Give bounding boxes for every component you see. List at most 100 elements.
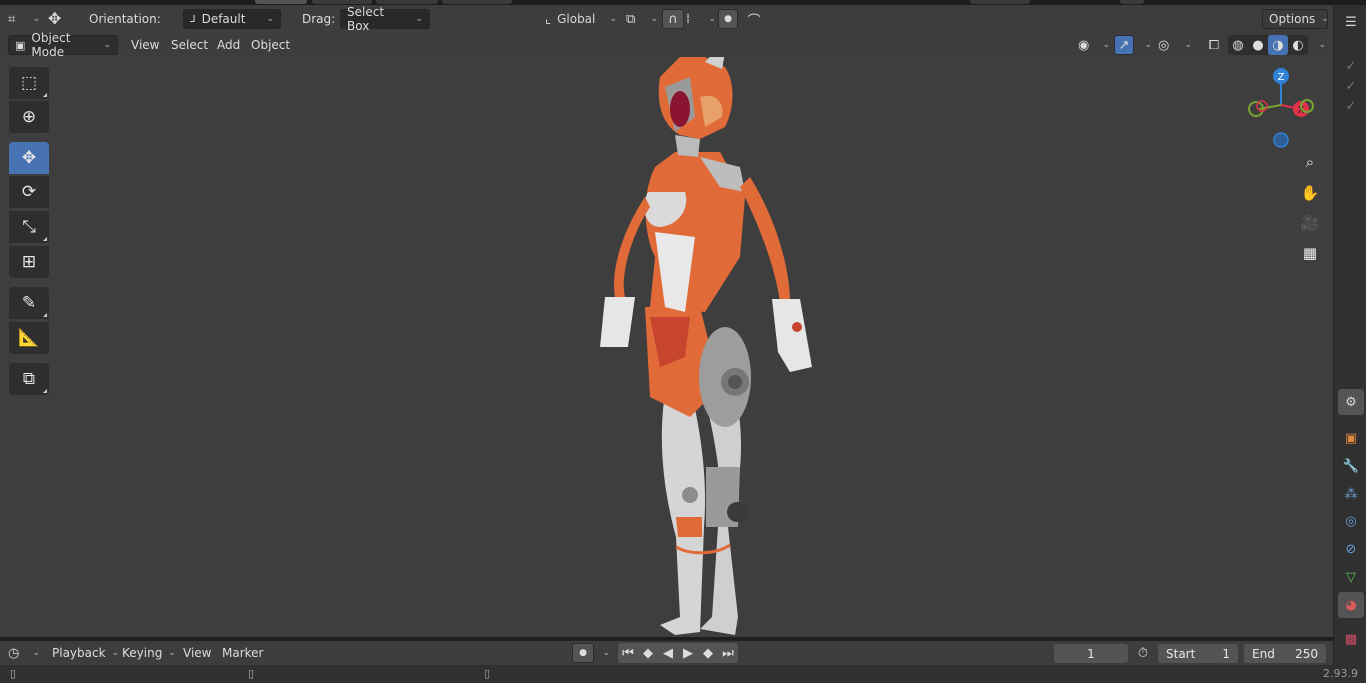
3d-viewport[interactable]: ⬚ ⊕ ✥ ⟳ ⤡ ⊞ ✎ 📐 ⧉ Z X ⌕ ✋ 🎥 ▦ xyxy=(0,57,1333,637)
texture-icon: ▩ xyxy=(1344,631,1358,647)
move-icon: ✥ xyxy=(48,8,62,28)
physics-icon: ◎ xyxy=(1345,513,1357,529)
zoom-button[interactable]: ⌕ xyxy=(1296,148,1324,176)
workspace-tab[interactable] xyxy=(312,0,372,4)
menu-playback[interactable]: Playback ⌄ xyxy=(48,643,123,663)
annotate-icon: ✎ xyxy=(21,293,37,313)
tab-data[interactable]: ▽ xyxy=(1338,564,1364,590)
prev-keyframe-icon[interactable]: ◆ xyxy=(638,646,658,661)
zoom-icon: ⌕ xyxy=(1305,153,1315,171)
menu-object[interactable]: Object xyxy=(247,35,294,55)
snap-toggle[interactable]: ∩ xyxy=(662,9,684,29)
mouse-right-icon: ▯ xyxy=(484,667,491,680)
tool-measure[interactable]: 📐 xyxy=(9,322,49,354)
mode-dropdown[interactable]: ▣ Object Mode ⌄ xyxy=(8,31,118,59)
rendered-shading-icon[interactable]: ◐ xyxy=(1288,38,1308,53)
workspace-tab[interactable] xyxy=(442,0,512,4)
wireframe-shading-icon[interactable]: ◍ xyxy=(1228,38,1248,53)
shading-dropdown[interactable]: ⌄ xyxy=(1310,35,1326,55)
tool-scale[interactable]: ⤡ xyxy=(9,211,49,243)
tool-transform[interactable]: ⊞ xyxy=(9,246,49,278)
xray-icon: ⧠ xyxy=(1208,37,1220,53)
tool-select-box[interactable]: ⬚ xyxy=(9,67,49,99)
pan-button[interactable]: ✋ xyxy=(1296,179,1324,207)
overlays-icon: ◎ xyxy=(1158,37,1170,53)
tab-material[interactable]: ◕ xyxy=(1338,592,1364,618)
auto-keying-toggle[interactable]: ● xyxy=(572,643,594,663)
navigation-gizmo[interactable]: Z X xyxy=(1243,65,1323,155)
gizmo-dropdown[interactable]: ⌄ xyxy=(1136,35,1152,55)
workspace-tab[interactable] xyxy=(1120,0,1144,4)
tab-tool[interactable]: ⚙ xyxy=(1338,389,1364,415)
start-frame-field[interactable]: Start 1 xyxy=(1158,644,1238,663)
pivot-point-dropdown[interactable]: ⧉ ⌄ xyxy=(626,9,658,29)
current-frame-field[interactable]: 1 xyxy=(1054,644,1128,663)
tool-annotate[interactable]: ✎ xyxy=(9,287,49,319)
stopwatch-icon: ⏱ xyxy=(1137,645,1149,661)
drag-label: Drag: xyxy=(302,12,336,26)
viewport-header: ▣ Object Mode ⌄ View Select Add Object ◉… xyxy=(0,31,1333,59)
status-bar: ▯ ▯ ▯ 2.93.9 xyxy=(0,665,1366,683)
tool-cursor[interactable]: ⊕ xyxy=(9,101,49,133)
checkmark-icon: ✓ xyxy=(1345,58,1357,74)
tab-modifiers[interactable]: 🔧 xyxy=(1338,453,1364,479)
play-reverse-icon[interactable]: ◀ xyxy=(658,646,678,661)
shading-buttons: ◍ ● ◑ ◐ xyxy=(1228,35,1308,55)
use-preview-range-toggle[interactable]: ⏱ xyxy=(1133,643,1153,663)
tab-texture[interactable]: ▩ xyxy=(1338,626,1364,652)
jump-start-icon[interactable]: ⏮ xyxy=(618,646,638,661)
material-shading-icon[interactable]: ◑ xyxy=(1268,35,1288,55)
play-icon[interactable]: ▶ xyxy=(678,646,698,661)
transform-icon: ⊞ xyxy=(21,252,37,272)
tab-object[interactable]: ▣ xyxy=(1338,425,1364,451)
end-label: End xyxy=(1252,646,1275,661)
menu-keying[interactable]: Keying ⌄ xyxy=(118,643,180,663)
gizmo-z-neg-axis[interactable] xyxy=(1273,132,1289,148)
tab-particles[interactable]: ⁂ xyxy=(1338,481,1364,507)
overlays-dropdown[interactable]: ◎ ⌄ xyxy=(1158,35,1192,55)
snap-target-dropdown[interactable]: ⁞ ⌄ xyxy=(686,9,716,29)
visibility-dropdown[interactable]: ◉ ⌄ xyxy=(1078,35,1110,55)
falloff-dropdown[interactable]: ⌒ xyxy=(740,9,768,29)
editor-type-button[interactable]: ⌗ ⌄ xyxy=(8,9,40,29)
move-tool-icon-button[interactable]: ✥ xyxy=(48,8,76,28)
menu-view[interactable]: View xyxy=(179,643,215,663)
transform-orientation-dropdown[interactable]: ⌞ Global ⌄ xyxy=(541,9,621,29)
menu-playback-label: Playback xyxy=(52,646,106,660)
camera-view-button[interactable]: 🎥 xyxy=(1296,209,1324,237)
options-dropdown[interactable]: Options ⌄ xyxy=(1262,9,1329,29)
end-frame-field[interactable]: End 250 xyxy=(1244,644,1326,663)
gizmo-toggle[interactable]: ↗ xyxy=(1114,35,1134,55)
tab-constraints[interactable]: ⊘ xyxy=(1338,536,1364,562)
tab-physics[interactable]: ◎ xyxy=(1338,508,1364,534)
auto-keying-dropdown[interactable]: ⌄ xyxy=(596,643,610,663)
falloff-curve-icon: ⌒ xyxy=(747,13,761,29)
menu-add[interactable]: Add xyxy=(213,35,244,55)
xray-toggle[interactable]: ⧠ xyxy=(1204,35,1224,55)
chevron-down-icon: ⌄ xyxy=(602,648,610,658)
clock-icon: ◷ xyxy=(8,645,20,661)
eye-icon: ◉ xyxy=(1078,37,1090,53)
timeline-editor-type[interactable]: ◷ ⌄ xyxy=(8,643,40,663)
collection-checkbox[interactable]: ✓ xyxy=(1338,93,1364,119)
menu-view[interactable]: View xyxy=(127,35,163,55)
select-box-icon: ⬚ xyxy=(20,73,38,93)
menu-marker[interactable]: Marker xyxy=(218,643,267,663)
next-keyframe-icon[interactable]: ◆ xyxy=(698,646,718,661)
chevron-down-icon: ⌄ xyxy=(1318,40,1326,50)
drag-dropdown[interactable]: Select Box ⌄ xyxy=(340,5,430,33)
jump-end-icon[interactable]: ⏭ xyxy=(718,646,738,661)
tool-add-cube[interactable]: ⧉ xyxy=(9,363,49,395)
menu-select[interactable]: Select xyxy=(167,35,212,55)
solid-shading-icon[interactable]: ● xyxy=(1248,38,1268,53)
perspective-toggle-button[interactable]: ▦ xyxy=(1296,239,1324,267)
orientation-dropdown[interactable]: ⅃ Default ⌄ xyxy=(183,9,281,29)
workspace-tab-active[interactable] xyxy=(255,0,307,4)
proportional-edit-toggle[interactable]: ● xyxy=(718,9,738,29)
workspace-tab[interactable] xyxy=(970,0,1030,4)
editor-type-outliner[interactable]: ☰ xyxy=(1338,9,1364,35)
chevron-down-icon: ⌄ xyxy=(708,14,716,24)
tool-rotate[interactable]: ⟳ xyxy=(9,176,49,208)
tool-move[interactable]: ✥ xyxy=(9,142,49,174)
workspace-tab[interactable] xyxy=(376,0,438,4)
